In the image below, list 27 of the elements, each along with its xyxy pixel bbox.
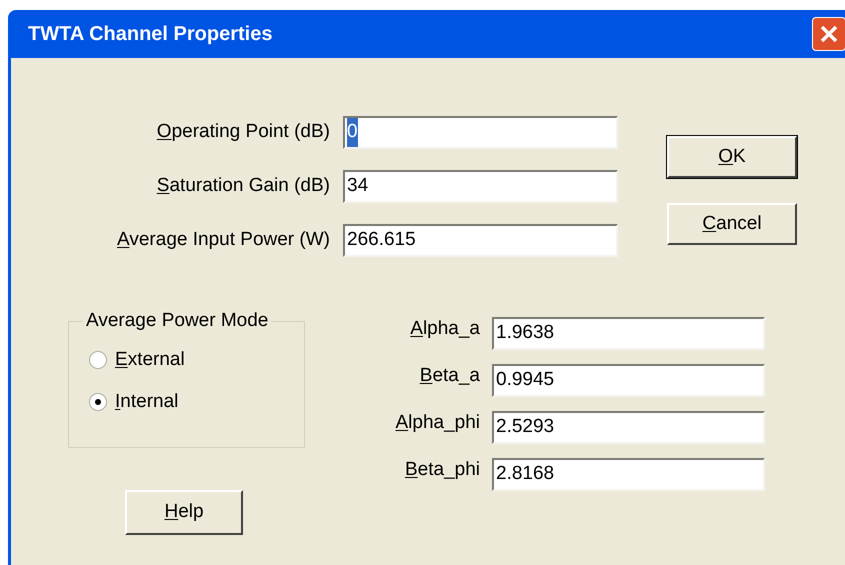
text-field[interactable]: 1.9638 <box>492 317 765 350</box>
window-title: TWTA Channel Properties <box>28 22 272 47</box>
group-title: Average Power Mode <box>85 309 270 333</box>
dialog-button[interactable]: Cancel <box>667 203 797 245</box>
field-label: Operating Point (dB) <box>156 120 330 144</box>
option-label: Internal <box>115 390 178 414</box>
field-label: Average Input Power (W) <box>116 228 330 252</box>
parameter-label: Alpha_phi <box>394 411 480 436</box>
help-button[interactable]: Help <box>125 490 243 535</box>
close-icon <box>819 24 839 44</box>
close-button[interactable] <box>812 17 845 51</box>
radio-button[interactable] <box>89 350 107 369</box>
text-field[interactable]: 0 <box>343 116 618 149</box>
text-field[interactable]: 2.8168 <box>492 458 765 491</box>
radio-option[interactable]: Internal <box>89 388 284 416</box>
radio-option[interactable]: External <box>89 346 284 374</box>
radio-button[interactable] <box>89 393 107 412</box>
parameter-label: Beta_a <box>418 364 480 388</box>
text-field[interactable]: 34 <box>343 170 618 203</box>
parameter-label: Beta_phi <box>404 458 480 482</box>
field-label: Saturation Gain (dB) <box>156 174 330 198</box>
text-field[interactable]: 266.615 <box>343 224 618 257</box>
dialog-button[interactable]: OK <box>667 136 797 178</box>
text-field[interactable]: 0.9945 <box>492 364 765 397</box>
text-field[interactable]: 2.5293 <box>492 411 765 444</box>
parameter-label: Alpha_a <box>409 317 480 342</box>
option-label: External <box>115 348 185 372</box>
